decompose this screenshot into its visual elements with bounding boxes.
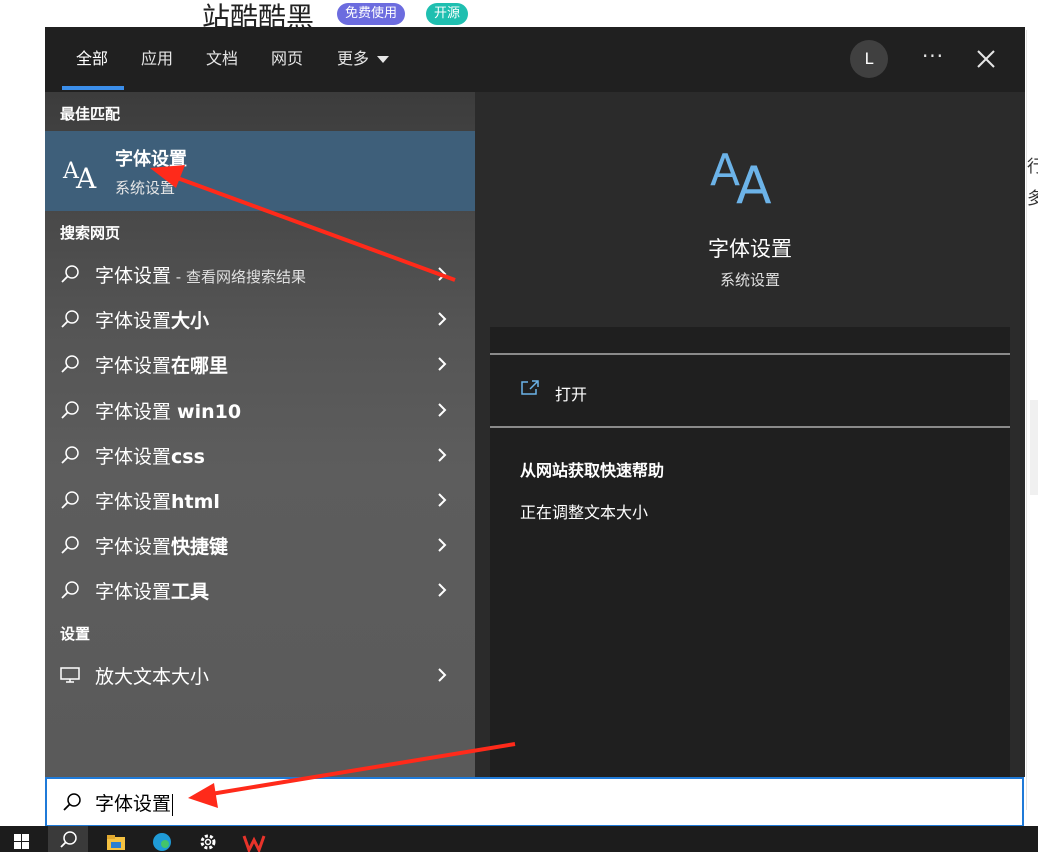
start-button[interactable] (2, 826, 42, 852)
annotation-arrows (150, 165, 516, 808)
taskbar-edge-browser[interactable] (142, 826, 182, 852)
wps-office-icon (242, 835, 266, 854)
annotation-arrow (171, 174, 456, 282)
windows-logo-icon (14, 834, 29, 849)
taskbar-wps-office[interactable] (234, 826, 274, 854)
taskbar-search-button[interactable] (48, 826, 88, 852)
annotation-arrowhead (150, 165, 185, 188)
taskbar-settings[interactable] (188, 826, 228, 852)
taskbar (0, 826, 1038, 854)
taskbar-file-explorer[interactable] (96, 826, 136, 852)
folder-icon (107, 835, 125, 850)
gear-icon (200, 834, 216, 850)
edge-browser-icon (153, 833, 171, 851)
search-icon (60, 831, 77, 848)
annotation-arrow (204, 742, 516, 797)
annotation-arrowhead (188, 783, 218, 808)
